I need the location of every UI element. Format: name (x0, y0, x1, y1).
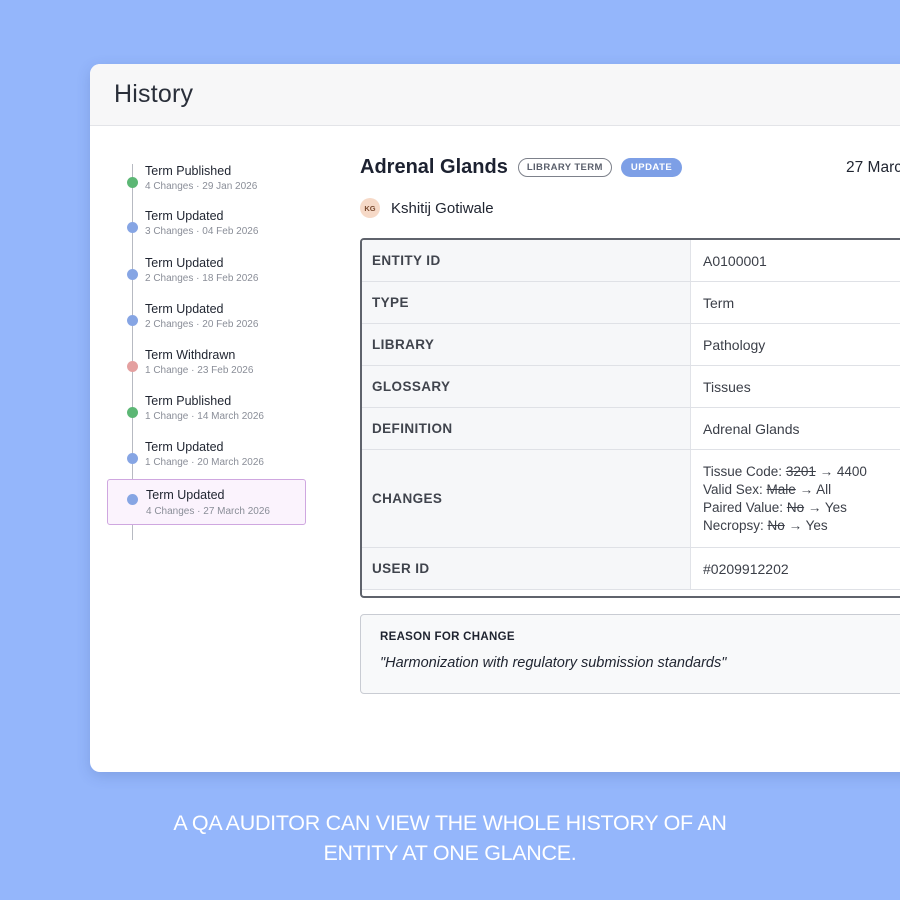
change-old-value: 3201 (785, 463, 816, 479)
field-label: ENTITY ID (362, 240, 691, 281)
change-old-value: Male (766, 481, 796, 497)
change-new-value: All (816, 481, 832, 497)
change-new-value: Yes (824, 499, 847, 515)
field-label: USER ID (362, 548, 691, 589)
timeline-item-title: Term Updated (146, 488, 225, 502)
status-dot (127, 222, 138, 233)
panel-title: History (114, 80, 194, 108)
entity-title: Adrenal Glands (360, 156, 508, 178)
table-row: GLOSSARY Tissues (362, 366, 900, 408)
change-item: Necropsy: No → Yes (703, 517, 867, 535)
timeline-item-meta: 4 Changes · 29 Jan 2026 (145, 181, 258, 192)
timeline-item-meta: 4 Changes · 27 March 2026 (146, 506, 270, 517)
timeline-item-title: Term Published (145, 394, 232, 408)
timeline-item-meta: 2 Changes · 18 Feb 2026 (145, 273, 259, 284)
field-value: Tissues (703, 378, 751, 395)
change-item: Tissue Code: 3201 → 4400 (703, 463, 867, 481)
panel-header: History (90, 64, 900, 126)
timeline-item-meta: 1 Change · 14 March 2026 (145, 411, 264, 422)
caption-line: A QA auditor can view the whole history … (173, 811, 727, 835)
entity-details-table: ENTITY ID A0100001 TYPE Term LIBRARY Pat… (360, 238, 900, 598)
timeline-item-meta: 1 Change · 20 March 2026 (145, 457, 264, 468)
timeline-item[interactable]: Term Withdrawn 1 Change · 23 Feb 2026 (107, 348, 306, 392)
history-panel: History Term Published 4 Changes · 29 Ja… (90, 64, 900, 772)
change-field: Necropsy: (703, 517, 764, 533)
table-row: TYPE Term (362, 282, 900, 324)
table-row: USER ID #0209912202 (362, 548, 900, 590)
change-old-value: No (786, 499, 805, 515)
field-label: CHANGES (362, 450, 691, 547)
field-label: GLOSSARY (362, 366, 691, 407)
history-timeline: Term Published 4 Changes · 29 Jan 2026 T… (107, 164, 307, 544)
change-item: Valid Sex: Male → All (703, 481, 867, 499)
field-value: Adrenal Glands (703, 420, 800, 437)
change-new-value: 4400 (836, 463, 867, 479)
timeline-item-title: Term Updated (145, 256, 224, 270)
change-field: Tissue Code: (703, 463, 783, 479)
user-row: KG Kshitij Gotiwale (360, 198, 494, 218)
user-name: Kshitij Gotiwale (391, 199, 494, 217)
reason-label: REASON FOR CHANGE (380, 631, 515, 643)
arrow-icon: → (807, 499, 822, 515)
timeline-item-meta: 2 Changes · 20 Feb 2026 (145, 319, 259, 330)
avatar: KG (360, 198, 380, 218)
timeline-item-meta: 3 Changes · 04 Feb 2026 (145, 226, 259, 237)
timeline-item[interactable]: Term Published 1 Change · 14 March 2026 (107, 394, 306, 438)
timeline-item[interactable]: Term Updated 1 Change · 20 March 2026 (107, 440, 306, 484)
detail-header: Adrenal Glands LIBRARY TERM UPDATE (360, 156, 683, 179)
reason-for-change-box: REASON FOR CHANGE "Harmonization with re… (360, 614, 900, 694)
caption: A QA auditor can view the whole history … (0, 808, 900, 868)
status-dot (127, 407, 138, 418)
table-row: ENTITY ID A0100001 (362, 240, 900, 282)
status-dot (127, 494, 138, 505)
status-dot (127, 269, 138, 280)
change-field: Valid Sex: (703, 481, 763, 497)
entry-date: 27 March 2026 (846, 159, 900, 176)
timeline-item-title: Term Updated (145, 440, 224, 454)
timeline-item[interactable]: Term Updated 2 Changes · 20 Feb 2026 (107, 302, 306, 346)
library-term-badge: LIBRARY TERM (517, 158, 612, 177)
table-row: CHANGES Tissue Code: 3201 → 4400 Valid S… (362, 450, 900, 548)
timeline-item-title: Term Updated (145, 302, 224, 316)
status-dot (127, 177, 138, 188)
timeline-item-meta: 1 Change · 23 Feb 2026 (145, 365, 254, 376)
timeline-item[interactable]: Term Updated 3 Changes · 04 Feb 2026 (107, 209, 306, 253)
arrow-icon: → (799, 481, 814, 497)
update-badge: UPDATE (620, 158, 683, 177)
field-value: Term (703, 294, 735, 311)
change-field: Paired Value: (703, 499, 784, 515)
timeline-item[interactable]: Term Updated 2 Changes · 18 Feb 2026 (107, 256, 306, 300)
arrow-icon: → (819, 463, 834, 479)
caption-line: entity at one glance. (323, 841, 577, 865)
table-row: DEFINITION Adrenal Glands (362, 408, 900, 450)
status-dot (127, 453, 138, 464)
status-dot (127, 361, 138, 372)
timeline-item[interactable]: Term Published 4 Changes · 29 Jan 2026 (107, 164, 306, 208)
reason-text: "Harmonization with regulatory submissio… (380, 655, 727, 671)
timeline-item-title: Term Published (145, 164, 232, 178)
changes-list: Tissue Code: 3201 → 4400 Valid Sex: Male… (703, 463, 867, 535)
timeline-item-selected[interactable]: Term Updated 4 Changes · 27 March 2026 (107, 479, 306, 525)
field-value: Pathology (703, 336, 766, 353)
change-new-value: Yes (805, 517, 828, 533)
arrow-icon: → (788, 517, 803, 533)
field-label: TYPE (362, 282, 691, 323)
changes-cell: Tissue Code: 3201 → 4400 Valid Sex: Male… (691, 450, 900, 547)
timeline-item-title: Term Withdrawn (145, 348, 236, 362)
change-item: Paired Value: No → Yes (703, 499, 867, 517)
field-label: DEFINITION (362, 408, 691, 449)
field-label: LIBRARY (362, 324, 691, 365)
table-row: LIBRARY Pathology (362, 324, 900, 366)
field-value: A0100001 (703, 252, 767, 269)
change-old-value: No (767, 517, 785, 533)
field-value: #0209912202 (703, 560, 789, 577)
status-dot (127, 315, 138, 326)
timeline-item-title: Term Updated (145, 209, 224, 223)
